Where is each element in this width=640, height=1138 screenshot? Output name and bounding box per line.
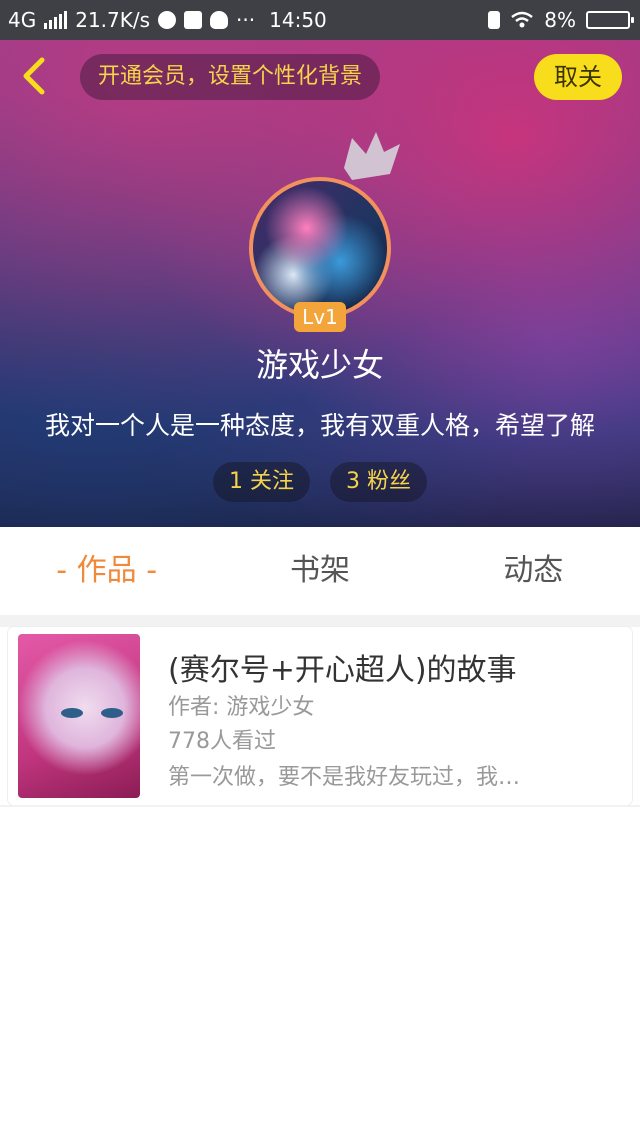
following-count[interactable]: 1 关注: [213, 462, 310, 502]
network-speed: 21.7K/s: [75, 8, 151, 32]
level-badge: Lv1: [294, 302, 346, 332]
tab-works[interactable]: - 作品 -: [0, 527, 213, 615]
profile-header: 开通会员，设置个性化背景 取关 Lv1 游戏少女 我对一个人是一种态度，我有双重…: [0, 40, 640, 527]
avatar[interactable]: [249, 177, 391, 319]
work-card[interactable]: (赛尔号+开心超人)的故事 作者: 游戏少女 778人看过 第一次做，要不是我好…: [8, 627, 632, 805]
back-arrow-icon[interactable]: [14, 54, 54, 98]
user-bio: 我对一个人是一种态度，我有双重人格，希望了解: [44, 411, 595, 440]
network-type: 4G: [8, 8, 37, 32]
signal-icon: [44, 11, 68, 29]
tab-bookshelf[interactable]: 书架: [213, 527, 426, 615]
followers-count[interactable]: 3 粉丝: [330, 462, 427, 502]
battery-icon: [586, 11, 634, 29]
clock: 14:50: [269, 8, 327, 32]
tab-activity[interactable]: 动态: [427, 527, 640, 615]
work-title: (赛尔号+开心超人)的故事: [168, 653, 517, 688]
mail-icon: [184, 11, 203, 29]
unfollow-button[interactable]: 取关: [534, 54, 622, 100]
vip-background-banner[interactable]: 开通会员，设置个性化背景: [80, 54, 381, 100]
work-author: 作者: 游戏少女: [168, 695, 315, 720]
cover-art-detail: [61, 708, 123, 718]
qq-icon: [210, 11, 229, 29]
username: 游戏少女: [255, 346, 384, 384]
section-divider: [0, 615, 640, 627]
more-dots-icon: ···: [236, 8, 256, 32]
wechat-icon: [158, 11, 177, 29]
card-divider: [0, 805, 640, 807]
charging-icon: [488, 11, 501, 29]
profile-tabs: - 作品 - 书架 动态: [0, 527, 640, 615]
battery-percent: 8%: [544, 8, 576, 32]
follow-stats: 1 关注 3 粉丝: [0, 462, 640, 502]
status-bar: 4G 21.7K/s ··· 14:50 8%: [0, 0, 640, 40]
work-views: 778人看过: [168, 729, 276, 754]
book-cover-image: [18, 634, 140, 798]
work-description: 第一次做，要不是我好友玩过，我…: [168, 765, 521, 790]
wifi-icon: [511, 11, 534, 28]
